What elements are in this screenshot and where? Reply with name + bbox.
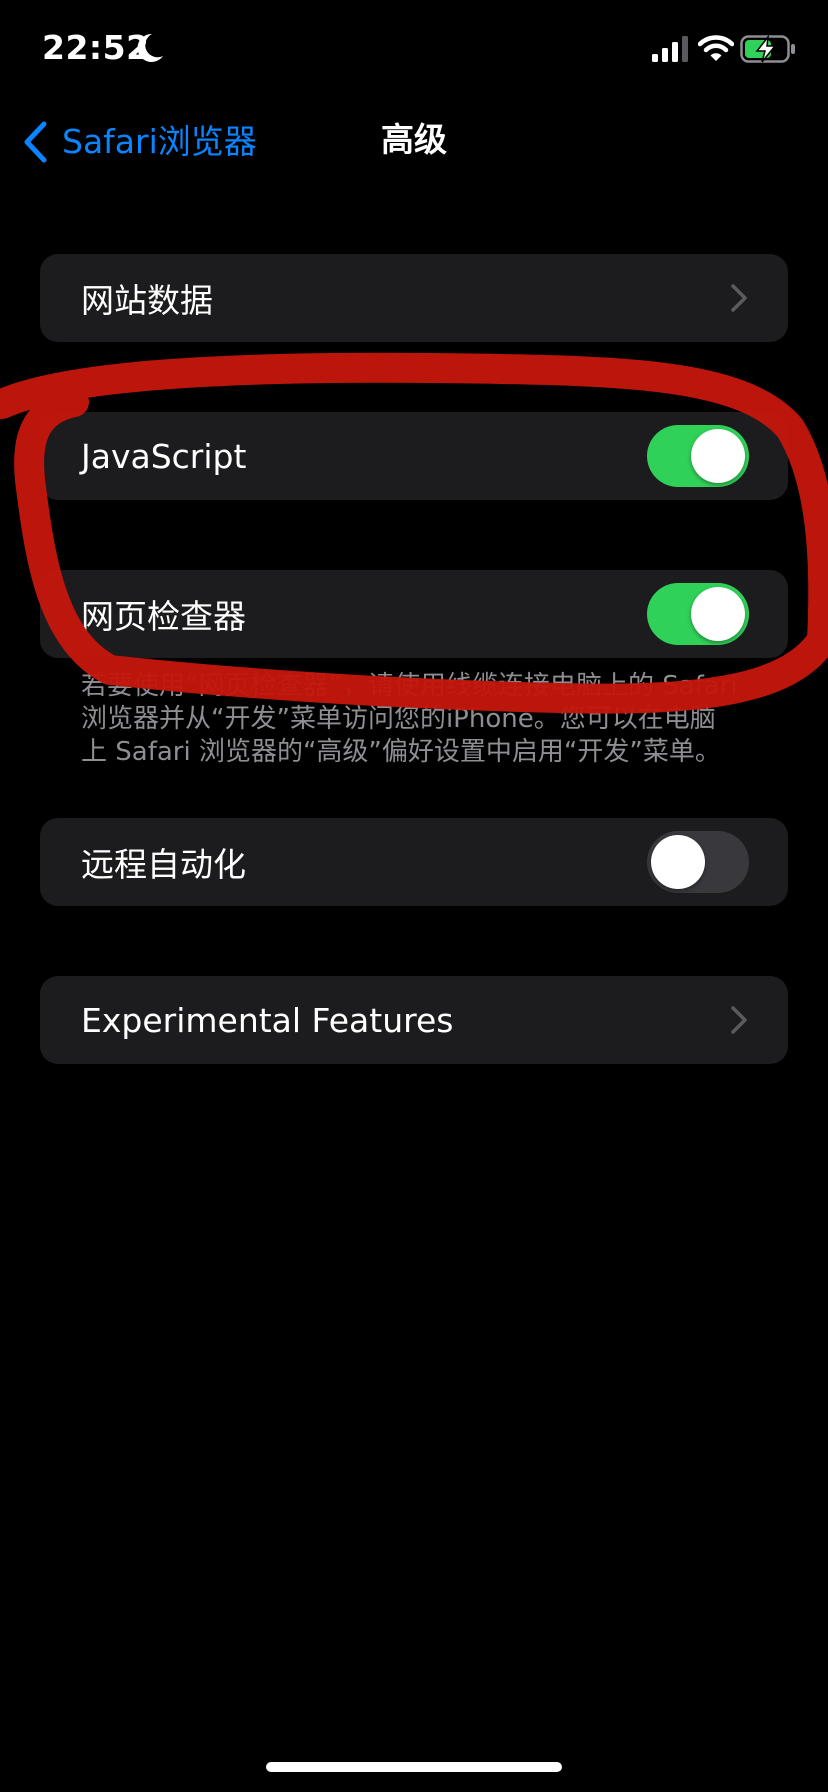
wifi-icon	[698, 35, 734, 61]
remote-automation-label: 远程自动化	[81, 845, 246, 884]
footer-line: 上 Safari 浏览器的“高级”偏好设置中启用“开发”菜单。	[81, 737, 721, 767]
experimental-features-label: Experimental Features	[81, 1000, 454, 1040]
toggle-knob	[691, 429, 745, 483]
experimental-features-row[interactable]: Experimental Features	[40, 976, 788, 1064]
home-indicator[interactable]	[266, 1762, 562, 1772]
moon-icon	[137, 33, 163, 62]
javascript-label: JavaScript	[81, 436, 247, 476]
web-inspector-toggle[interactable]	[647, 583, 749, 645]
web-inspector-row: 网页检查器	[40, 570, 788, 658]
web-inspector-footer: 若要使用“网页检查器”，请使用线缆连接电脑上的 Safari 浏览器并从“开发”…	[81, 670, 761, 769]
footer-line: 浏览器并从“开发”菜单访问您的iPhone。您可以在电脑	[81, 704, 716, 734]
toggle-knob	[691, 587, 745, 641]
web-inspector-label: 网页检查器	[81, 597, 246, 636]
footer-line: 若要使用“网页检查器”，请使用线缆连接电脑上的 Safari	[81, 671, 738, 701]
remote-automation-toggle[interactable]	[647, 831, 749, 893]
battery-charging-icon	[740, 34, 795, 63]
page-title: 高级	[381, 120, 447, 159]
website-data-label: 网站数据	[81, 281, 213, 320]
cellular-signal-icon	[652, 36, 688, 62]
chevron-right-icon	[731, 284, 747, 312]
website-data-row[interactable]: 网站数据	[40, 254, 788, 342]
javascript-toggle[interactable]	[647, 425, 749, 487]
javascript-row: JavaScript	[40, 412, 788, 500]
toggle-knob	[651, 835, 705, 889]
remote-automation-row: 远程自动化	[40, 818, 788, 906]
chevron-right-icon	[731, 1006, 747, 1034]
